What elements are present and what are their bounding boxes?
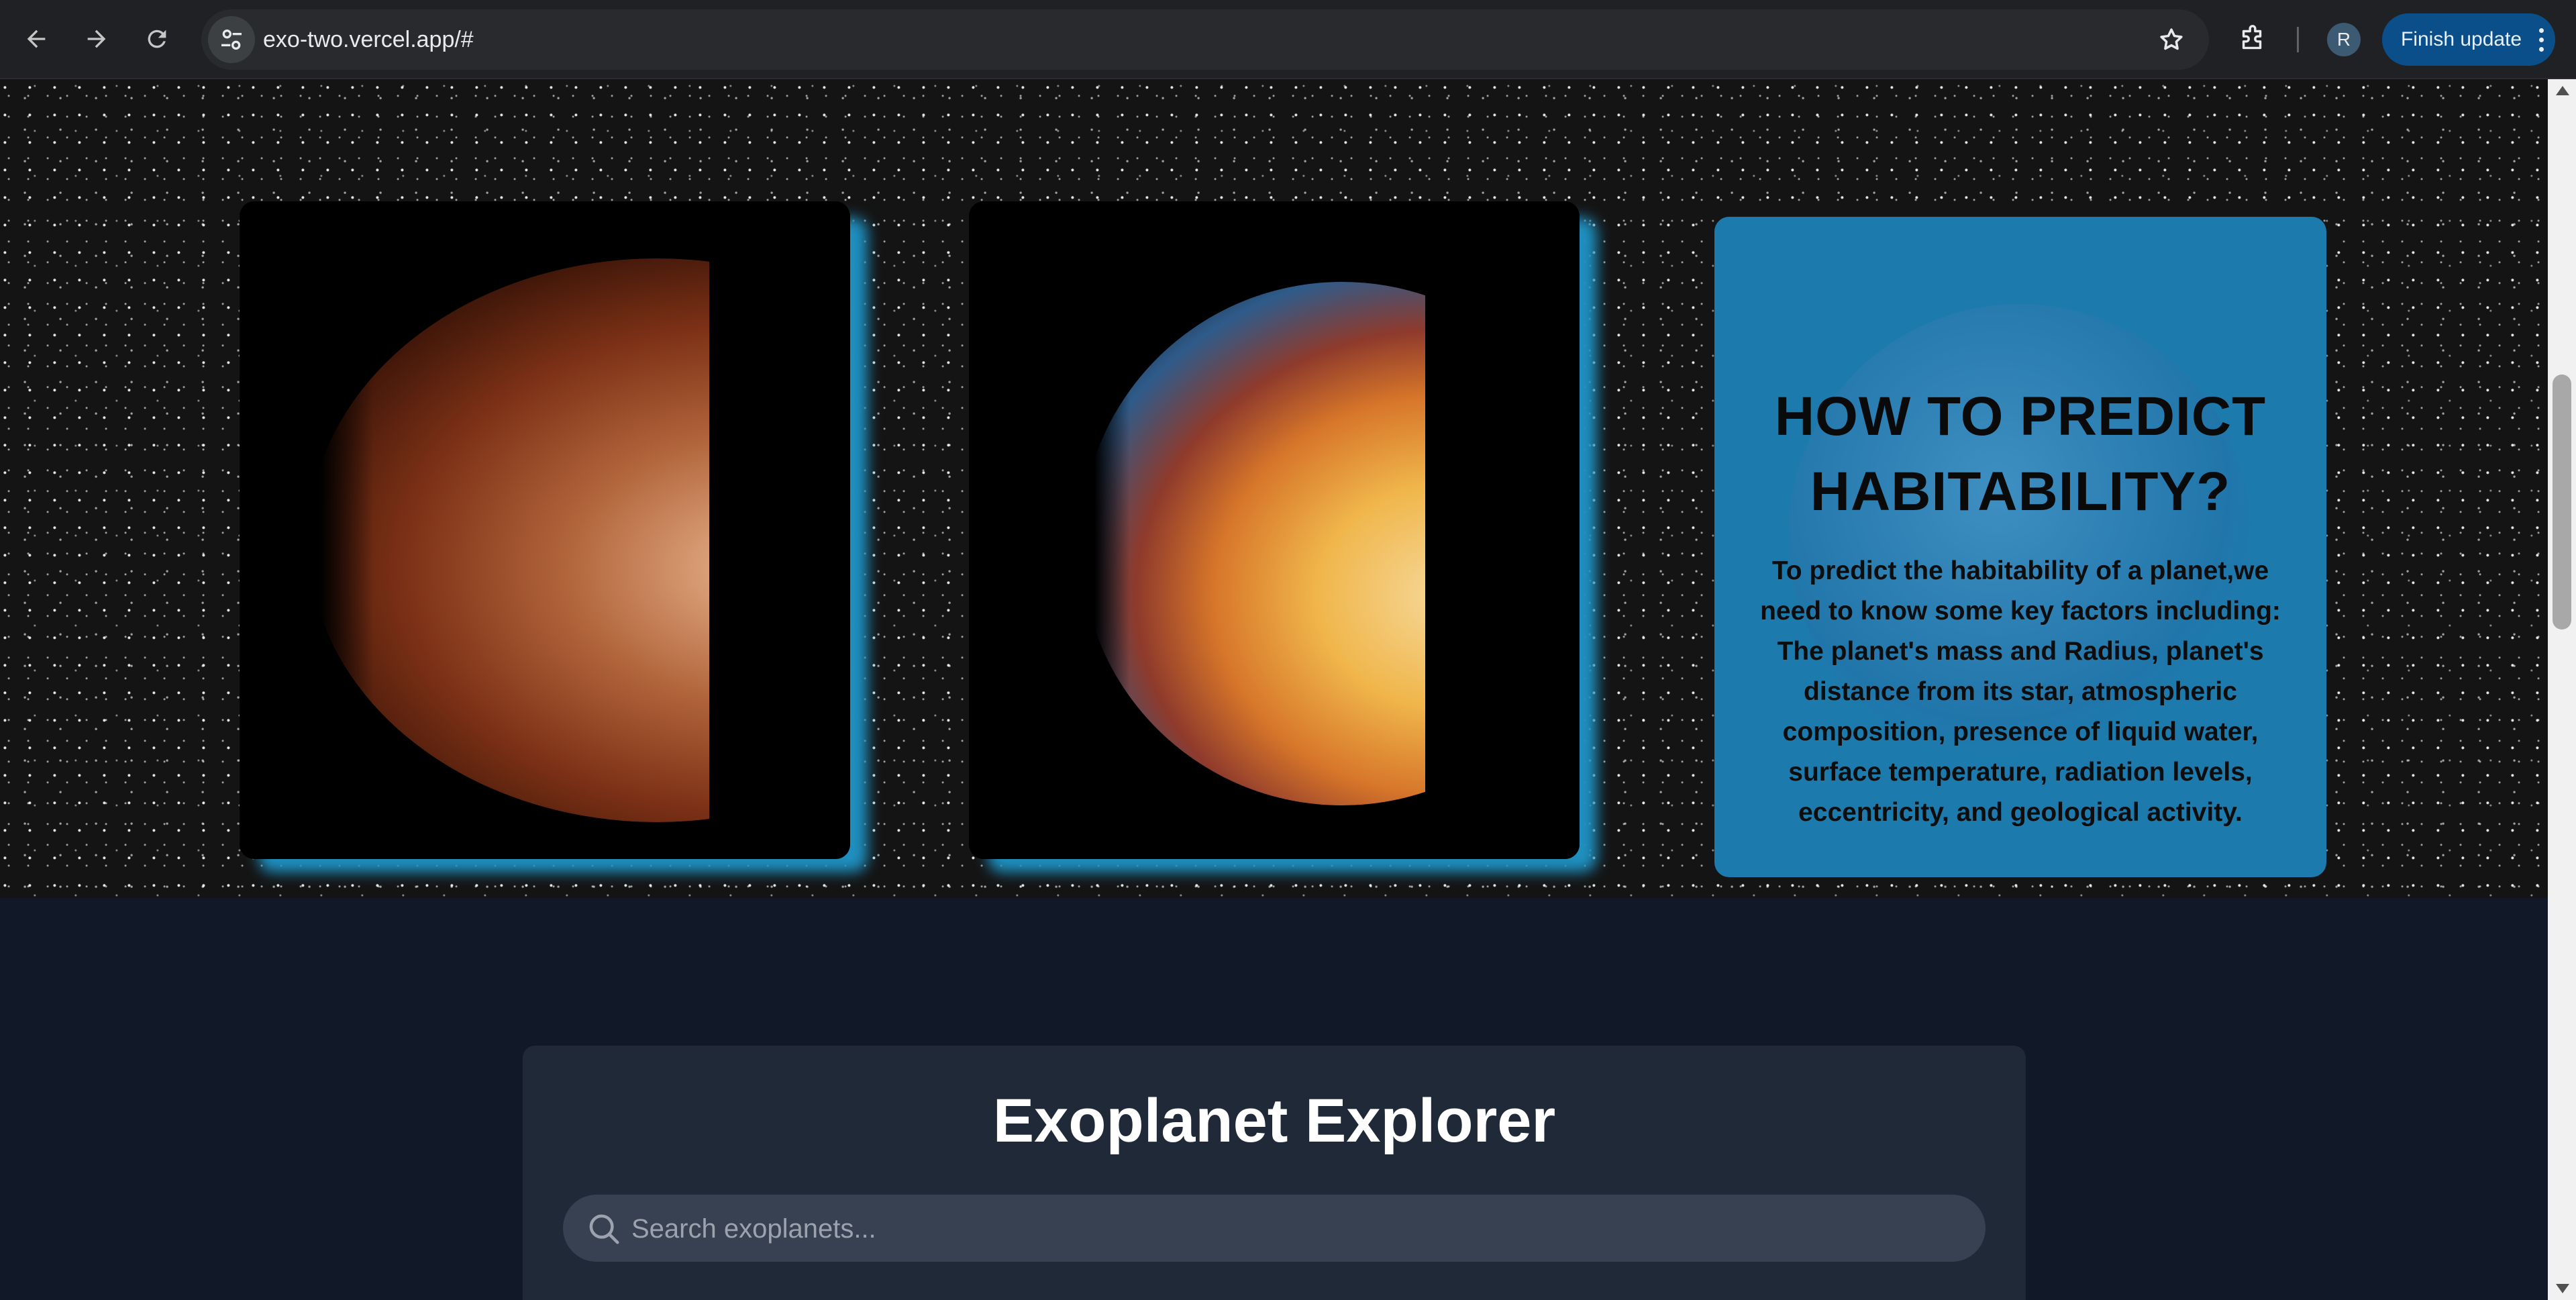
card-shade bbox=[709, 201, 850, 859]
tune-icon bbox=[221, 30, 242, 50]
back-arrow-icon bbox=[27, 30, 46, 48]
star-icon bbox=[2160, 28, 2183, 50]
card-shade bbox=[969, 201, 1130, 859]
info-card-title: HOW TO PREDICT HABITABILITY? bbox=[1774, 386, 2267, 522]
search-box[interactable] bbox=[563, 1195, 1986, 1263]
planet-image-card-1 bbox=[240, 201, 850, 859]
explorer-title: Exoplanet Explorer bbox=[992, 1087, 1556, 1155]
browser-toolbar: exo-two.vercel.app/# R Finish update bbox=[0, 0, 2576, 79]
info-card-body: To predict the habitability of a planet,… bbox=[1760, 556, 2281, 827]
reload-icon bbox=[148, 30, 166, 48]
address-bar[interactable]: exo-two.vercel.app/# bbox=[201, 9, 2209, 70]
finish-update-button[interactable]: Finish update bbox=[2382, 13, 2555, 66]
search-input[interactable] bbox=[630, 1195, 1961, 1263]
hero-section: HOW TO PREDICT HABITABILITY? To predict … bbox=[0, 79, 2548, 898]
habitability-info-card: HOW TO PREDICT HABITABILITY? To predict … bbox=[1714, 217, 2326, 877]
site-info-button[interactable] bbox=[208, 16, 255, 63]
card-shade bbox=[240, 201, 374, 859]
reload-button[interactable] bbox=[136, 17, 178, 60]
planet-image-card-2 bbox=[969, 201, 1580, 859]
back-button[interactable] bbox=[15, 17, 58, 60]
scroll-up-arrow-icon[interactable] bbox=[2556, 86, 2569, 95]
extensions-button[interactable] bbox=[2231, 17, 2274, 60]
scroll-down-arrow-icon[interactable] bbox=[2556, 1284, 2569, 1293]
toolbar-divider bbox=[2297, 27, 2299, 52]
menu-kebab-icon bbox=[2539, 28, 2544, 52]
scroll-thumb[interactable] bbox=[2553, 374, 2571, 630]
puzzle-icon bbox=[2242, 25, 2262, 50]
search-icon bbox=[589, 1214, 619, 1244]
forward-button[interactable] bbox=[75, 17, 118, 60]
bookmark-button[interactable] bbox=[2150, 18, 2193, 61]
forward-arrow-icon bbox=[87, 30, 106, 48]
card-shade bbox=[1425, 201, 1580, 859]
finish-update-label: Finish update bbox=[2401, 28, 2522, 50]
page-scrollbar[interactable] bbox=[2548, 79, 2576, 1300]
url-text[interactable]: exo-two.vercel.app/# bbox=[263, 9, 474, 70]
exoplanet-explorer-panel: Exoplanet Explorer bbox=[523, 1046, 2026, 1300]
profile-avatar[interactable]: R bbox=[2327, 23, 2361, 56]
